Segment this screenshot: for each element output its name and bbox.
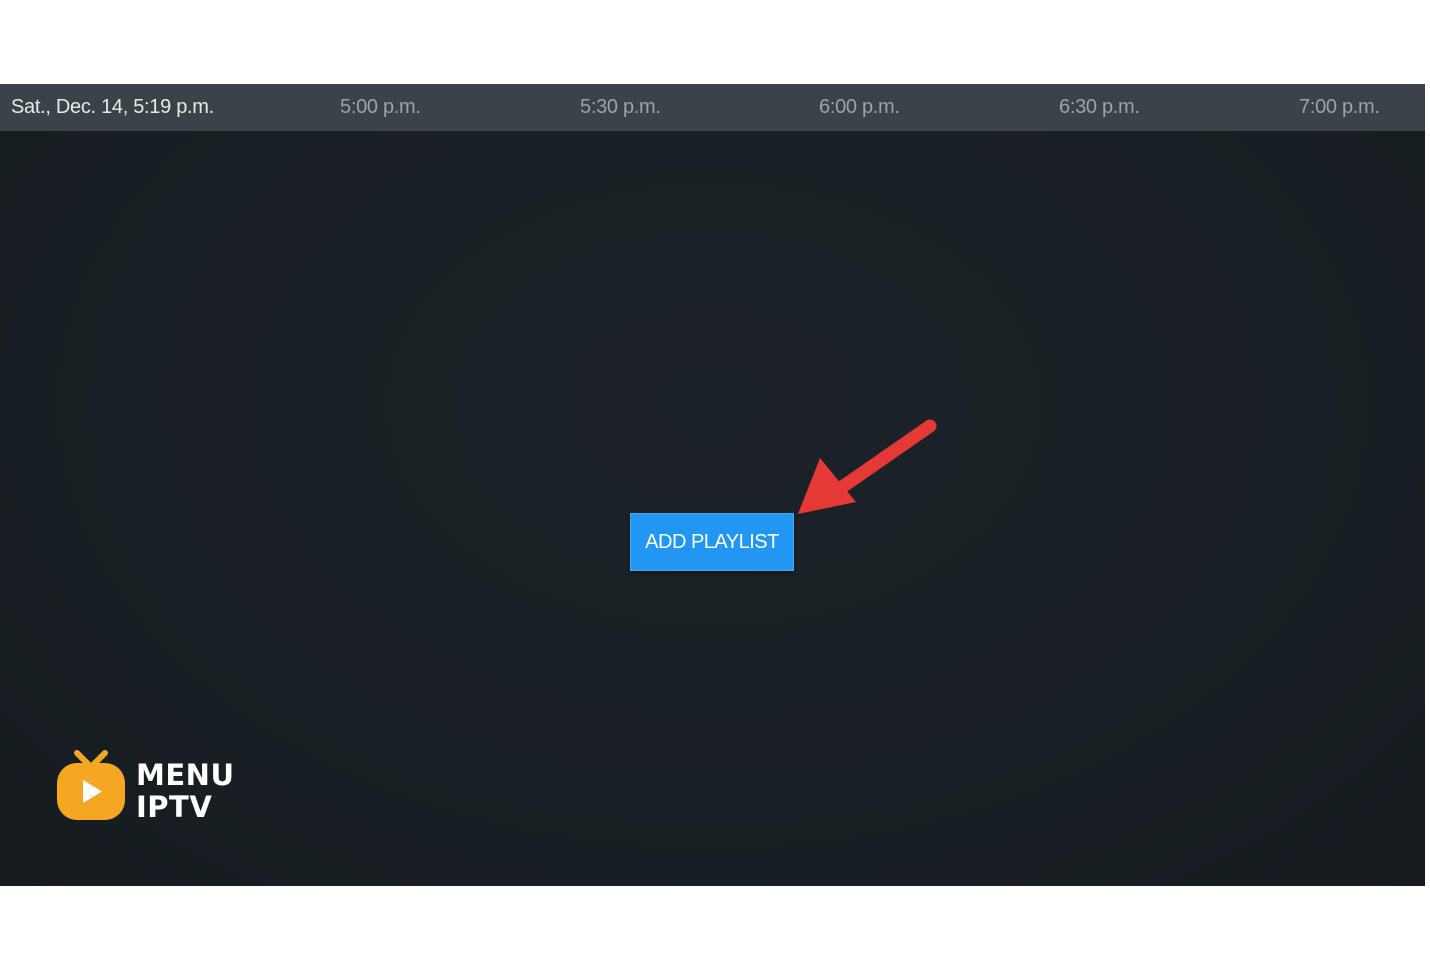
red-arrow-icon bbox=[798, 419, 937, 514]
time-bar: Sat., Dec. 14, 5:19 p.m. 5:00 p.m. 5:30 … bbox=[0, 84, 1425, 131]
menu-iptv-logo: MENU IPTV bbox=[55, 747, 255, 827]
epg-screen: Sat., Dec. 14, 5:19 p.m. 5:00 p.m. 5:30 … bbox=[0, 84, 1425, 886]
time-slot: 5:00 p.m. bbox=[340, 96, 421, 118]
logo-text: MENU IPTV bbox=[136, 759, 235, 823]
time-slot: 7:00 p.m. bbox=[1299, 96, 1380, 118]
tv-play-icon bbox=[57, 750, 125, 820]
current-datetime: Sat., Dec. 14, 5:19 p.m. bbox=[11, 96, 214, 118]
time-slot: 6:00 p.m. bbox=[819, 96, 900, 118]
add-playlist-button[interactable]: ADD PLAYLIST bbox=[630, 513, 794, 571]
logo-line-2: IPTV bbox=[136, 790, 213, 824]
logo-line-1: MENU bbox=[136, 758, 235, 792]
time-slot: 6:30 p.m. bbox=[1059, 96, 1140, 118]
time-slot: 5:30 p.m. bbox=[580, 96, 661, 118]
